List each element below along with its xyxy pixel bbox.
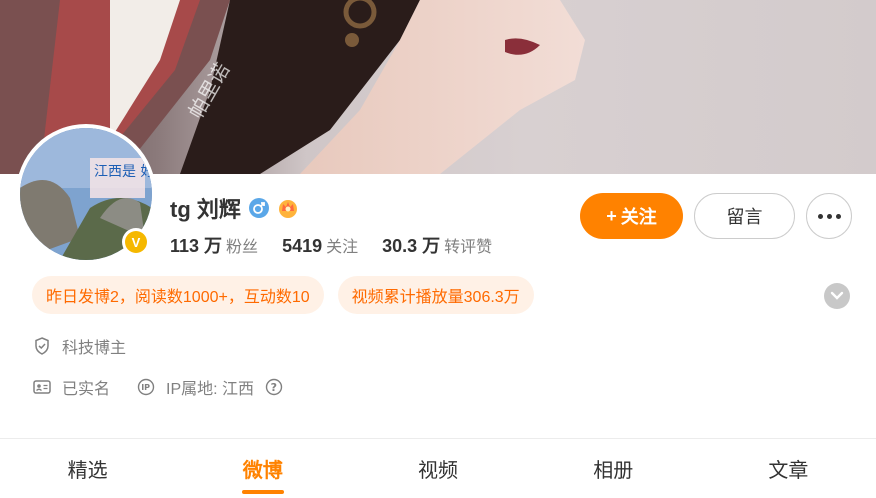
plus-icon: + — [606, 205, 617, 226]
profile-tabs: 精选 微博 视频 相册 文章 — [0, 439, 876, 498]
id-card-icon — [32, 377, 52, 397]
active-tab-indicator — [241, 490, 284, 494]
tab-video[interactable]: 视频 — [350, 439, 525, 498]
male-icon — [248, 198, 269, 218]
stat-following[interactable]: 5419 关注 — [282, 233, 358, 257]
svg-text:IP: IP — [141, 383, 150, 392]
identity-row: 已实名 IP IP属地: 江西 ? — [32, 375, 284, 399]
avatar-caption: 江西是 好地方 — [94, 164, 152, 180]
profile-name: tg 刘辉 — [170, 197, 241, 222]
real-name-label: 已实名 — [62, 381, 111, 398]
ip-location-label: IP属地: 江西 — [166, 381, 255, 398]
stat-followers[interactable]: 113 万粉丝 — [170, 232, 258, 258]
message-button[interactable]: 留言 — [694, 193, 795, 239]
crown-badge-icon[interactable] — [277, 197, 299, 219]
stat-tag-daily[interactable]: 昨日发博2，阅读数1000+，互动数10 — [32, 276, 324, 314]
tab-featured[interactable]: 精选 — [0, 439, 175, 498]
tab-album[interactable]: 相册 — [526, 439, 701, 498]
chevron-down-icon[interactable] — [824, 283, 850, 309]
question-icon[interactable]: ? — [264, 377, 284, 397]
stat-tag-video[interactable]: 视频累计播放量306.3万 — [337, 276, 534, 314]
category-row: 科技博主 — [32, 334, 126, 358]
category-label: 科技博主 — [62, 340, 127, 357]
follow-button[interactable]: + 关注 — [580, 193, 683, 239]
svg-text:?: ? — [271, 381, 277, 394]
verified-badge: V — [122, 228, 150, 256]
ip-location-icon: IP — [136, 377, 156, 397]
tab-weibo[interactable]: 微博 — [175, 439, 350, 498]
tab-articles[interactable]: 文章 — [701, 439, 876, 498]
stat-likes[interactable]: 30.3 万转评赞 — [382, 232, 492, 258]
more-dots-icon[interactable] — [806, 193, 852, 239]
shield-icon — [32, 336, 52, 356]
